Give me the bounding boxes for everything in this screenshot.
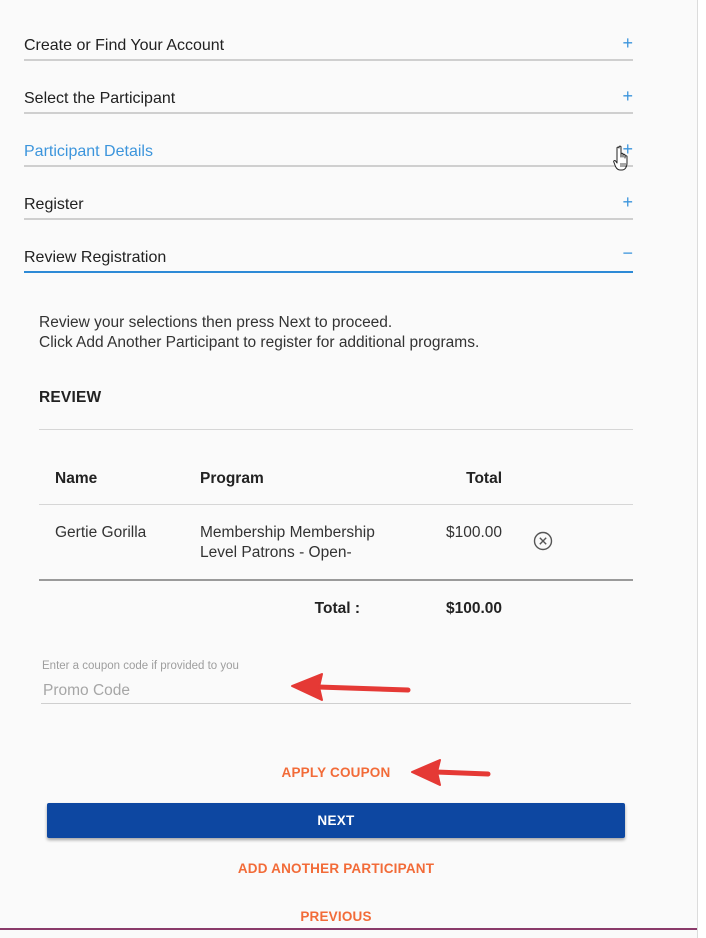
program-name: Membership Membership Level Patrons - Op… bbox=[200, 523, 375, 563]
promo-code-help: Enter a coupon code if provided to you bbox=[42, 660, 239, 672]
accordion-select-participant[interactable]: Select the Participant + bbox=[24, 82, 633, 114]
review-heading: REVIEW bbox=[39, 389, 102, 406]
accordion-participant-details[interactable]: Participant Details + bbox=[24, 135, 633, 167]
instruction-line: Review your selections then press Next t… bbox=[39, 314, 393, 331]
red-arrow-icon bbox=[291, 673, 411, 701]
plus-icon[interactable]: + bbox=[622, 86, 633, 106]
divider bbox=[39, 504, 633, 505]
accordion-create-account[interactable]: Create or Find Your Account + bbox=[24, 29, 633, 61]
red-arrow-icon bbox=[411, 759, 491, 786]
registration-page: Create or Find Your Account + Select the… bbox=[0, 0, 697, 938]
divider bbox=[39, 579, 633, 581]
apply-coupon-button[interactable]: APPLY COUPON bbox=[236, 765, 436, 780]
accordion-label: Participant Details bbox=[24, 143, 153, 160]
grand-total-label: Total : bbox=[314, 600, 360, 617]
grand-total-value: $100.00 bbox=[445, 600, 502, 617]
accordion-label: Register bbox=[24, 196, 84, 213]
column-header-program: Program bbox=[200, 470, 264, 487]
program-line: Level Patrons - Open- bbox=[200, 544, 352, 561]
accordion-label: Review Registration bbox=[24, 249, 167, 266]
previous-button[interactable]: PREVIOUS bbox=[47, 909, 625, 924]
next-button[interactable]: NEXT bbox=[47, 803, 625, 838]
program-line: Membership Membership bbox=[200, 524, 375, 541]
accordion-review-registration[interactable]: Review Registration − bbox=[24, 241, 633, 273]
participant-name: Gertie Gorilla bbox=[55, 524, 147, 541]
hand-cursor-icon bbox=[613, 145, 628, 171]
column-header-total: Total bbox=[466, 470, 502, 487]
accordion-label: Create or Find Your Account bbox=[24, 37, 225, 54]
accordion-register[interactable]: Register + bbox=[24, 188, 633, 220]
accordion-label: Select the Participant bbox=[24, 90, 176, 107]
add-another-participant-button[interactable]: ADD ANOTHER PARTICIPANT bbox=[47, 861, 625, 876]
plus-icon[interactable]: + bbox=[622, 33, 633, 53]
divider bbox=[39, 429, 633, 430]
remove-circle-icon[interactable] bbox=[533, 531, 553, 551]
review-instructions: Review your selections then press Next t… bbox=[39, 313, 479, 353]
minus-icon[interactable]: − bbox=[622, 243, 633, 263]
column-header-name: Name bbox=[55, 470, 98, 487]
plus-icon[interactable]: + bbox=[622, 192, 633, 212]
row-total: $100.00 bbox=[445, 524, 502, 541]
window-edge bbox=[697, 0, 706, 938]
bottom-border bbox=[0, 928, 697, 930]
instruction-line: Click Add Another Participant to registe… bbox=[39, 334, 480, 351]
